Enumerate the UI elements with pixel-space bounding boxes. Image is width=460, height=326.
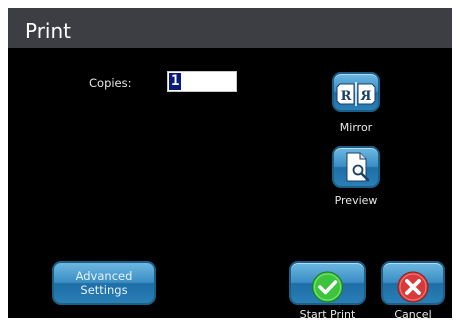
svg-text:R: R [360, 89, 371, 104]
start-print-label: Start Print [299, 308, 356, 318]
mirror-button[interactable]: R R [332, 72, 380, 112]
cancel-label: Cancel [394, 308, 432, 318]
title-bar: Print [8, 8, 452, 48]
copies-value: 1 [169, 73, 182, 90]
preview-label: Preview [334, 194, 378, 207]
advanced-settings-label: Advanced Settings [75, 269, 133, 297]
start-print-button[interactable] [289, 261, 366, 305]
mirror-icon: R R [336, 82, 376, 106]
x-icon [397, 271, 429, 303]
cancel-button[interactable] [381, 261, 445, 305]
preview-button[interactable] [332, 146, 380, 188]
page-title: Print [25, 19, 72, 43]
svg-text:R: R [341, 89, 352, 104]
advanced-settings-button[interactable]: Advanced Settings [52, 261, 156, 305]
copies-input[interactable]: 1 [167, 71, 237, 92]
preview-magnifier-icon [346, 152, 370, 182]
checkmark-icon [312, 271, 343, 303]
print-dialog: Print Copies: 1 R R Mirror Preview Advan… [8, 8, 452, 318]
copies-label: Copies: [89, 76, 132, 90]
mirror-label: Mirror [339, 121, 373, 134]
